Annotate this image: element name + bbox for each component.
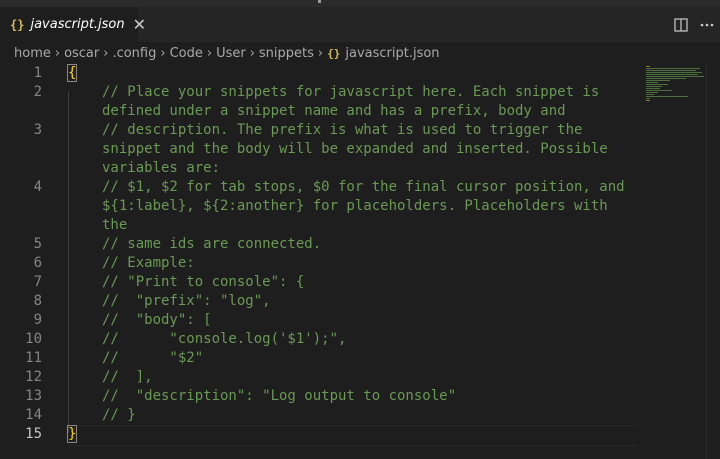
code-line: // Place your snippets for javascript he… [102, 84, 600, 100]
line-number: 6 [33, 255, 42, 271]
code-line: } [66, 425, 78, 443]
code-line: // Example: [102, 255, 195, 271]
minimap-line [646, 96, 688, 97]
line-number: 2 [33, 84, 42, 100]
breadcrumb-home[interactable]: home [14, 46, 51, 61]
chevron-right-icon: › [206, 45, 213, 61]
minimap-line [646, 70, 696, 71]
minimap-line [646, 84, 668, 85]
minimap-line [646, 94, 654, 95]
minimap-line [646, 88, 660, 89]
minimap-line [646, 74, 698, 75]
code-line: // ], [102, 369, 153, 385]
minimap-line [646, 92, 658, 93]
breadcrumb: home › oscar › .config › Code › User › s… [0, 42, 720, 64]
code-line: // $1, $2 for tab stops, $0 for the fina… [102, 179, 625, 195]
tab-title: javascript.json [30, 17, 125, 32]
code-editor[interactable]: 1 2 3 4 5 6 7 8 9 10 11 12 13 14 15 { //… [0, 64, 640, 459]
line-number: 12 [25, 369, 42, 385]
chevron-right-icon: › [54, 45, 61, 61]
breadcrumb-config[interactable]: .config [112, 46, 156, 61]
window-dot [318, 0, 321, 3]
tab-bar: {} javascript.json ✕ [0, 7, 720, 42]
chevron-right-icon: › [249, 45, 255, 61]
current-line-highlight [68, 425, 638, 446]
code-line: // "Print to console": { [102, 274, 305, 290]
line-number: 1 [33, 65, 42, 81]
line-number: 9 [33, 312, 42, 328]
line-number: 11 [25, 350, 42, 366]
code-line-wrapped: ${1:label}, ${2:another} for placeholder… [102, 198, 608, 214]
indent-guide [68, 91, 69, 433]
vertical-scrollbar[interactable] [706, 64, 720, 459]
title-bar [0, 0, 720, 7]
json-file-icon: {} [10, 17, 25, 32]
minimap-line [646, 66, 650, 67]
tab-javascript-json[interactable]: {} javascript.json ✕ [0, 7, 146, 42]
minimap-line [646, 76, 704, 77]
code-line-wrapped: snippet and the body will be expanded an… [102, 141, 608, 157]
json-file-icon: {} [327, 46, 341, 60]
code-line: // description. The prefix is what is us… [102, 122, 583, 138]
code-line-wrapped: defined under a snippet name and has a p… [102, 103, 566, 119]
code-line: // "console.log('$1');", [102, 331, 347, 347]
breadcrumb-file[interactable]: javascript.json [345, 46, 439, 61]
code-line-wrapped: the [102, 217, 128, 233]
bracket-match: { [66, 64, 78, 82]
code-line: // "description": "Log output to console… [102, 388, 457, 404]
bracket-match: } [66, 425, 78, 443]
line-number: 7 [33, 274, 42, 290]
breadcrumb-oscar[interactable]: oscar [64, 46, 99, 61]
chevron-right-icon: › [103, 45, 109, 61]
close-icon[interactable]: ✕ [133, 16, 146, 33]
code-line: // "$2" [102, 350, 204, 366]
code-line: { [66, 64, 78, 82]
line-number: 10 [25, 331, 42, 347]
chevron-right-icon: › [160, 45, 166, 61]
code-line: // "body": [ [102, 312, 212, 328]
split-editor-icon[interactable] [668, 17, 694, 32]
minimap-line [646, 98, 650, 99]
line-number: 3 [33, 122, 42, 138]
line-number: 14 [25, 407, 42, 423]
code-line: // } [102, 407, 136, 423]
minimap[interactable] [646, 64, 706, 114]
chevron-right-icon: › [317, 45, 324, 61]
editor-actions [668, 7, 720, 42]
minimap-line [646, 90, 672, 91]
code-line: // same ids are connected. [102, 236, 322, 252]
line-number-active: 15 [25, 426, 42, 442]
line-number: 13 [25, 388, 42, 404]
minimap-line [646, 72, 702, 73]
minimap-line [646, 86, 662, 87]
line-number: 4 [33, 179, 42, 195]
minimap-line [646, 78, 686, 79]
more-actions-icon[interactable] [694, 23, 720, 27]
line-number: 8 [33, 293, 42, 309]
minimap-line [646, 100, 650, 101]
code-line-wrapped: variables are: [102, 160, 221, 176]
code-line: // "prefix": "log", [102, 293, 271, 309]
breadcrumb-code[interactable]: Code [170, 46, 203, 61]
breadcrumb-snippets[interactable]: snippets [259, 46, 314, 61]
breadcrumb-user[interactable]: User [216, 46, 246, 61]
minimap-line [646, 68, 700, 69]
minimap-line [646, 82, 658, 83]
minimap-line [646, 80, 670, 81]
line-number: 5 [33, 236, 42, 252]
